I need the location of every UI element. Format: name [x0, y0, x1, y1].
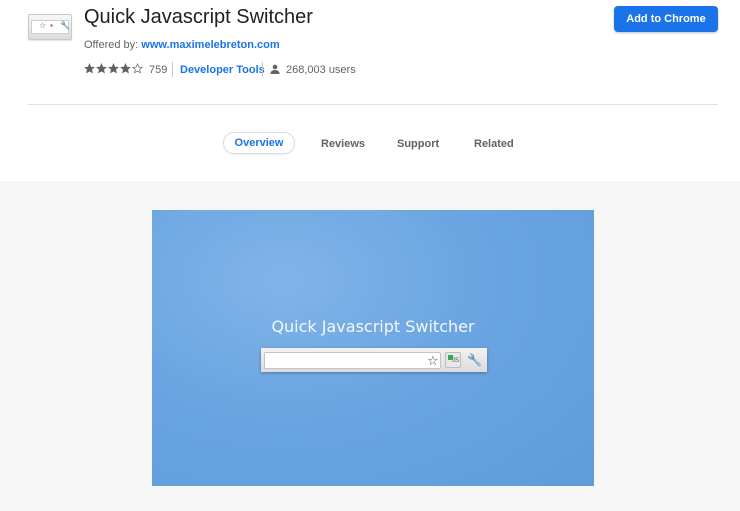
star-icon: ☆	[39, 21, 47, 30]
browser-toolbar-illustration: ☆ JS 🔧	[261, 348, 487, 372]
divider	[262, 62, 263, 77]
tab-support[interactable]: Support	[397, 138, 439, 150]
rating-stars[interactable]	[84, 63, 143, 74]
divider	[172, 62, 173, 77]
tab-related[interactable]: Related	[474, 138, 514, 150]
star-icon	[96, 63, 107, 74]
extension-icon: ☆ ▪ 🔧	[28, 14, 72, 40]
wrench-icon: 🔧	[60, 21, 70, 30]
user-count: 268,003 users	[286, 64, 356, 76]
star-icon	[120, 63, 131, 74]
javascript-toggle-icon: JS	[445, 352, 461, 368]
tab-reviews[interactable]: Reviews	[321, 138, 365, 150]
offered-by-label: Offered by:	[84, 39, 139, 51]
tab-overview[interactable]: Overview	[223, 132, 295, 154]
offered-by: Offered by: www.maximelebreton.com	[84, 39, 280, 51]
header-divider	[28, 104, 718, 105]
wrench-icon: 🔧	[467, 353, 482, 367]
javascript-toggle-icon: ▪	[50, 21, 53, 30]
extension-title: Quick Javascript Switcher	[84, 6, 313, 28]
star-icon	[84, 63, 95, 74]
add-to-chrome-button[interactable]: Add to Chrome	[614, 6, 718, 32]
omnibox-illustration: ☆	[264, 352, 441, 369]
star-icon	[132, 63, 143, 74]
user-icon	[270, 64, 280, 74]
star-icon: ☆	[427, 353, 439, 368]
gallery-screenshot[interactable]: Quick Javascript Switcher ☆ JS 🔧	[152, 210, 594, 486]
screenshot-title: Quick Javascript Switcher	[271, 317, 475, 336]
star-icon	[108, 63, 119, 74]
category-link[interactable]: Developer Tools	[180, 64, 265, 76]
rating-count[interactable]: 759	[149, 64, 167, 76]
developer-website-link[interactable]: www.maximelebreton.com	[141, 39, 279, 51]
